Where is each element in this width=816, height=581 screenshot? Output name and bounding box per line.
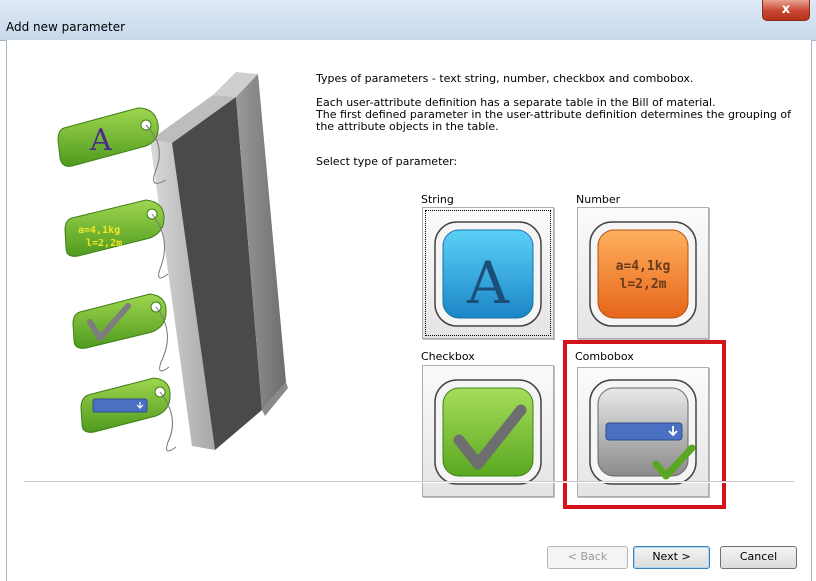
tag-combobox-icon	[80, 377, 177, 452]
close-button[interactable]: x	[762, 0, 810, 21]
string-type-icon: A	[434, 221, 542, 327]
footer-separator	[24, 481, 794, 483]
string-option-button[interactable]: A	[422, 207, 554, 339]
combobox-type-icon	[589, 379, 697, 485]
description-line-table: the attribute objects in the table.	[316, 120, 499, 133]
tag-letter: A	[89, 123, 112, 158]
next-button[interactable]: Next >	[633, 546, 710, 569]
select-type-label: Select type of parameter:	[316, 155, 458, 168]
number-type-icon: a=4,1kg l=2,2m	[589, 221, 697, 327]
checkbox-type-icon	[434, 379, 542, 485]
beam-illustration: A a=4,1kg l=2,2m	[57, 72, 288, 452]
steel-beam	[150, 72, 288, 450]
number-option-label: Number	[576, 193, 621, 206]
combobox-option-button[interactable]	[577, 367, 709, 497]
tag-number-icon: a=4,1kg l=2,2m	[64, 199, 169, 279]
tag-number-line1: a=4,1kg	[78, 225, 120, 236]
description-intro: Types of parameters - text string, numbe…	[316, 72, 694, 85]
cancel-button[interactable]: Cancel	[720, 546, 797, 569]
checkbox-option-button[interactable]	[422, 365, 554, 497]
checkbox-option-label: Checkbox	[421, 350, 475, 363]
dialog-window: Add new parameter x A a=4,1kg l=2,2m Typ…	[0, 0, 816, 581]
string-option-label: String	[421, 193, 454, 206]
tag-checkbox-icon	[72, 293, 170, 372]
close-icon: x	[781, 2, 791, 17]
string-icon-letter: A	[466, 249, 510, 317]
combobox-option-label: Combobox	[575, 350, 634, 363]
back-button[interactable]: < Back	[547, 546, 628, 569]
number-icon-line2: l=2,2m	[620, 277, 667, 292]
tag-number-line2: l=2,2m	[86, 238, 122, 249]
tag-string-icon: A	[57, 107, 167, 184]
number-icon-line1: a=4,1kg	[616, 259, 671, 274]
number-option-button[interactable]: a=4,1kg l=2,2m	[577, 207, 709, 339]
